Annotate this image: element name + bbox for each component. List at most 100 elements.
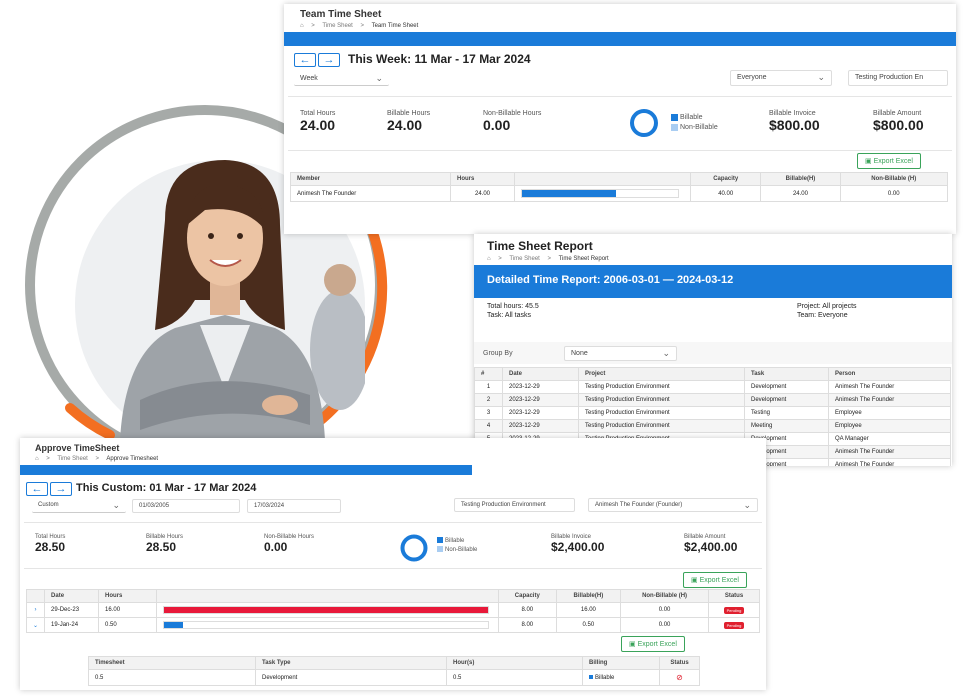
table-row[interactable]: 1 2023-12-29 Testing Production Environmen… (474, 380, 951, 394)
col-toggle (25, 589, 46, 603)
team-value: Everyone (818, 312, 848, 319)
breadcrumb-sep: > (498, 256, 502, 262)
progress-fill (164, 607, 489, 613)
cell-member: Animesh The Founder (290, 185, 451, 202)
export-excel-button[interactable]: ▣ Export Excel (857, 153, 921, 169)
col-date[interactable]: Date (44, 589, 100, 603)
legend-non-billable: Non-Billable (680, 124, 718, 131)
col-capacity[interactable]: Capacity (689, 172, 762, 186)
project-value: All projects (822, 303, 857, 310)
next-week-button[interactable]: → (318, 53, 340, 67)
table-row[interactable]: 2 2023-12-29 Testing Production Environmen… (474, 393, 951, 407)
cell-person: QA Manager (828, 432, 951, 446)
expand-toggle-icon[interactable]: › (25, 602, 46, 618)
cell-hours: 24.00 (450, 185, 515, 202)
col-capacity[interactable]: Capacity (498, 589, 557, 603)
col-timesheet[interactable]: Timesheet (88, 656, 256, 670)
col-non-billable[interactable]: Non-Billable (H) (839, 172, 948, 186)
period-select[interactable]: Week ⌄ (294, 72, 389, 86)
cell-person: Animesh The Founder (828, 380, 951, 394)
status-badge[interactable]: Pending (723, 621, 745, 629)
cell-person: Animesh The Founder (828, 445, 951, 459)
table-header-row: Member Hours Capacity Billable(H) Non-Bi… (290, 172, 948, 186)
group-by-bar (474, 342, 952, 364)
project-select[interactable]: Testing Production Environment (454, 498, 575, 512)
cell-project: Testing Production Environment (578, 393, 745, 407)
date-to-input[interactable]: 17/03/2024 (247, 499, 341, 513)
date-from-input[interactable]: 01/03/2005 (132, 499, 240, 513)
col-progress (514, 172, 691, 186)
cell-task-type: Development (255, 669, 447, 686)
col-billable[interactable]: Billable(H) (555, 589, 622, 603)
breadcrumb-time-sheet[interactable]: Time Sheet (57, 456, 87, 462)
group-by-select[interactable]: None ⌄ (564, 346, 677, 361)
period-range: 01 Mar - 17 Mar 2024 (149, 482, 257, 494)
col-non-billable[interactable]: Non-Billable (H) (620, 589, 709, 603)
timesheet-detail-table: Timesheet Task Type Hour(s) Billing Stat… (88, 656, 700, 686)
stat-value: $2,400.00 (551, 540, 605, 554)
stat-billable-hours: Billable Hours 28.50 (146, 534, 183, 554)
col-status[interactable]: Status (707, 589, 761, 603)
group-by-label: Group By (483, 350, 513, 357)
prev-week-button[interactable]: ← (294, 53, 316, 67)
cell-billing: Billable (582, 669, 660, 686)
breadcrumb-time-sheet[interactable]: Time Sheet (322, 23, 352, 29)
cell-billable: 24.00 (760, 185, 841, 202)
col-task-type[interactable]: Task Type (255, 656, 447, 670)
project-select[interactable]: Testing Production En (848, 70, 948, 86)
cell-progress (514, 185, 691, 202)
member-select[interactable]: Animesh The Founder (Founder) ⌄ (588, 498, 758, 512)
col-date[interactable]: Date (502, 367, 579, 381)
home-icon[interactable]: ⌂ (487, 256, 491, 262)
col-member[interactable]: Member (290, 172, 451, 186)
col-billing[interactable]: Billing (582, 656, 660, 670)
breadcrumb-time-sheet[interactable]: Time Sheet (509, 256, 539, 262)
col-billable[interactable]: Billable(H) (760, 172, 841, 186)
table-row[interactable]: 0.5 Development 0.5 Billable ⊘ (88, 669, 700, 686)
cell-index: 3 (474, 406, 503, 420)
col-hours[interactable]: Hours (98, 589, 158, 603)
cell-date: 2023-12-29 (502, 380, 579, 394)
date-from-value: 01/03/2005 (139, 503, 170, 509)
table-header-row: Timesheet Task Type Hour(s) Billing Stat… (88, 656, 700, 670)
prev-period-button[interactable]: ← (26, 482, 48, 496)
stat-value: 24.00 (300, 117, 336, 133)
billable-legend-swatch (671, 113, 678, 121)
col-hours[interactable]: Hours (450, 172, 515, 186)
group-by-value: None (571, 350, 588, 357)
table-row[interactable]: 4 2023-12-29 Testing Production Environmen… (474, 419, 951, 433)
stat-value: 28.50 (35, 540, 66, 554)
sub-export-excel-button[interactable]: ▣ Export Excel (621, 636, 685, 652)
col-person[interactable]: Person (828, 367, 951, 381)
donut-legend: Billable Non-Billable (671, 113, 718, 133)
breadcrumb-sep: > (360, 23, 365, 29)
week-nav: ← → (294, 53, 340, 67)
status-badge[interactable]: Pending (723, 606, 745, 614)
next-period-button[interactable]: → (50, 482, 72, 496)
export-excel-button[interactable]: ▣ Export Excel (683, 572, 747, 588)
reject-icon[interactable]: ⊘ (676, 673, 683, 682)
cell-index: 1 (474, 380, 503, 394)
donut-legend: Billable Non-Billable (437, 537, 477, 555)
col-hours[interactable]: Hour(s) (446, 656, 583, 670)
stat-label: Total Hours (300, 110, 336, 117)
period-select[interactable]: Custom ⌄ (32, 499, 126, 513)
legend-billable: Billable (680, 114, 703, 121)
table-row[interactable]: Animesh The Founder 24.00 40.00 24.00 0.… (290, 185, 948, 202)
expand-toggle-icon[interactable]: ⌄ (25, 617, 46, 633)
period-select-value: Custom (38, 502, 59, 508)
team-label: Team: (797, 312, 817, 319)
table-row[interactable]: ⌄ 19-Jan-24 0.50 8.00 0.50 0.00 Pending (25, 617, 761, 633)
home-icon[interactable]: ⌂ (300, 23, 304, 29)
member-select[interactable]: Everyone ⌄ (730, 70, 832, 86)
cell-person: Employee (828, 406, 951, 420)
col-status[interactable]: Status (659, 656, 700, 670)
cell-person: Animesh The Founder (828, 393, 951, 407)
table-row[interactable]: › 29-Dec-23 16.00 8.00 16.00 0.00 Pending (25, 602, 761, 618)
cell-hours: 0.50 (98, 617, 158, 633)
progress-track (163, 621, 490, 629)
home-icon[interactable]: ⌂ (35, 456, 39, 462)
col-task[interactable]: Task (744, 367, 829, 381)
col-project[interactable]: Project (578, 367, 745, 381)
table-row[interactable]: 3 2023-12-29 Testing Production Environmen… (474, 406, 951, 420)
